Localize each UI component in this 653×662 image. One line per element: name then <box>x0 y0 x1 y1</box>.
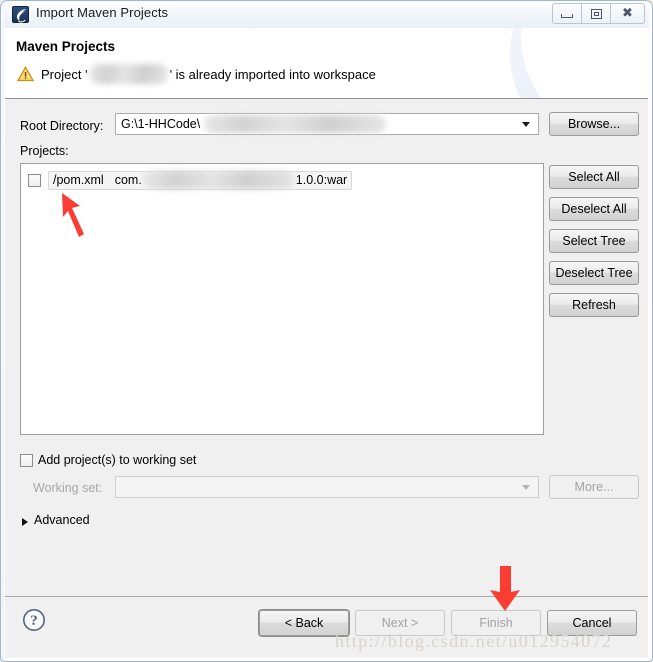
project-version: 1.0.0:war <box>295 173 348 187</box>
add-to-working-set-row[interactable]: Add project(s) to working set <box>20 453 196 467</box>
warning-icon <box>17 66 34 82</box>
banner-status-row: Project ' ' is already imported into wor… <box>17 64 376 84</box>
minimize-button[interactable] <box>552 3 581 24</box>
working-set-label: Working set: <box>33 481 103 495</box>
svg-text:?: ? <box>30 613 38 629</box>
wizard-banner: Maven Projects Project ' ' is already im… <box>5 28 648 99</box>
add-to-working-set-label: Add project(s) to working set <box>38 453 197 467</box>
next-button: Next > <box>355 610 445 636</box>
maven-icon <box>12 6 29 23</box>
close-button[interactable]: ✖ <box>610 3 645 24</box>
back-button[interactable]: < Back <box>259 610 349 636</box>
minimize-icon <box>561 13 573 18</box>
advanced-toggle[interactable]: Advanced <box>34 513 90 527</box>
maximize-button[interactable] <box>581 3 610 24</box>
select-all-button[interactable]: Select All <box>549 165 639 189</box>
projects-label: Projects: <box>20 144 69 158</box>
project-pom-path: /pom.xml <box>53 173 104 187</box>
projects-list[interactable]: /pom.xml com. 1.0.0:war <box>20 163 544 435</box>
banner-message-suffix: ' is already imported into workspace <box>169 66 376 82</box>
project-group-id: com. <box>114 173 142 187</box>
banner-decoration-highlight <box>521 28 648 98</box>
deselect-tree-button[interactable]: Deselect Tree <box>549 261 639 285</box>
redacted-project-name <box>89 64 168 84</box>
table-row[interactable]: /pom.xml com. 1.0.0:war <box>28 170 353 190</box>
import-maven-projects-dialog: Import Maven Projects ✖ Maven Projects P… <box>0 0 653 662</box>
project-checkbox[interactable] <box>28 173 41 187</box>
window-controls: ✖ <box>552 3 645 24</box>
working-set-combo <box>115 476 539 498</box>
add-to-working-set-checkbox[interactable] <box>20 453 33 467</box>
more-button: More... <box>549 475 639 499</box>
cancel-button[interactable]: Cancel <box>547 610 637 636</box>
root-directory-label: Root Directory: <box>20 119 104 133</box>
project-row-content: /pom.xml com. 1.0.0:war <box>48 170 353 190</box>
dialog-body: Root Directory: G:\1-HHCode\ Browse... P… <box>5 99 648 596</box>
restore-icon <box>590 8 602 19</box>
close-icon: ✖ <box>622 6 633 21</box>
chevron-down-icon <box>522 485 530 490</box>
help-icon[interactable]: ? <box>22 608 46 632</box>
root-directory-combo[interactable]: G:\1-HHCode\ <box>115 113 539 135</box>
dialog-footer: ? < Back Next > Finish Cancel <box>5 596 648 658</box>
window-title: Import Maven Projects <box>36 5 169 20</box>
title-bar[interactable]: Import Maven Projects ✖ <box>4 1 649 28</box>
finish-button: Finish <box>451 610 541 636</box>
chevron-down-icon[interactable] <box>522 122 530 127</box>
chevron-right-icon[interactable] <box>22 518 28 526</box>
refresh-button[interactable]: Refresh <box>549 293 639 317</box>
page-title: Maven Projects <box>16 39 116 54</box>
select-tree-button[interactable]: Select Tree <box>549 229 639 253</box>
redacted-root-directory <box>204 115 386 133</box>
browse-button[interactable]: Browse... <box>549 112 639 136</box>
deselect-all-button[interactable]: Deselect All <box>549 197 639 221</box>
root-directory-value: G:\1-HHCode\ <box>121 117 201 131</box>
banner-message-prefix: Project ' <box>41 66 88 82</box>
redacted-artifact-id <box>142 171 295 189</box>
